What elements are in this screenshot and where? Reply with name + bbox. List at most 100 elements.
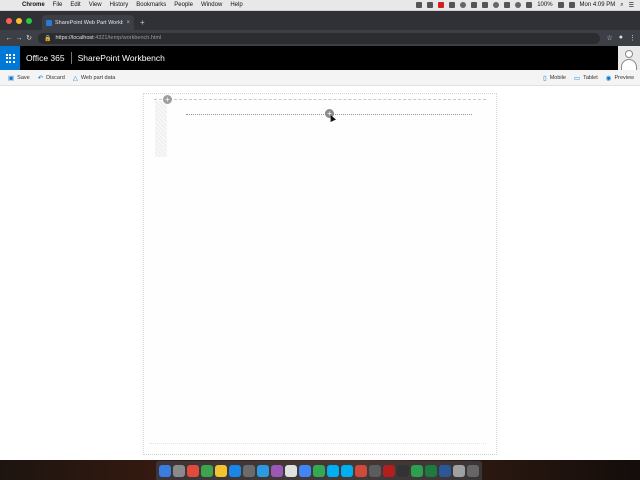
battery-percent[interactable]: 100% [537,2,552,8]
new-tab-button[interactable]: + [140,18,145,27]
tab-close-icon[interactable]: × [126,20,130,26]
add-section-button[interactable]: + [163,95,172,104]
status-app-icon[interactable] [504,2,511,8]
save-button[interactable]: ▣ Save [8,74,30,82]
dock-app-icon[interactable] [215,464,227,477]
url-path: :4321/temp/workbench.html [93,35,162,41]
zoom-window-button[interactable] [26,17,32,24]
minimize-window-button[interactable] [16,17,22,24]
lock-icon: 🔒 [44,35,52,42]
battery-icon[interactable] [557,2,564,8]
status-app-icon[interactable] [449,2,456,8]
flag-icon[interactable] [568,2,575,8]
dock-app-icon[interactable] [187,464,199,477]
address-bar[interactable]: 🔒 https://localhost:4321/temp/workbench.… [38,32,601,44]
menubar-status-area: 100% Mon 4:09 PM ⌕ ☰ [416,2,640,9]
discard-label: Discard [46,74,65,81]
wifi-icon[interactable] [515,2,522,8]
status-app-icon[interactable] [460,2,467,8]
toolbar-actions: ☆ ● ⋮ [606,34,636,42]
tab-title: SharePoint Web Part Workben [55,19,124,26]
mobile-button[interactable]: ▯ Mobile [543,74,566,82]
menu-bookmarks[interactable]: Bookmarks [136,2,166,8]
macos-dock [156,461,482,480]
menu-people[interactable]: People [174,2,193,8]
dock-app-icon[interactable] [453,464,465,477]
browser-tab[interactable]: SharePoint Web Part Workben × [42,15,134,30]
dock-app-icon[interactable] [327,464,339,477]
window-controls [0,11,38,30]
discard-button[interactable]: ↶ Discard [38,74,65,82]
forward-arrow-icon[interactable]: → [14,35,24,42]
dock-app-icon[interactable] [299,464,311,477]
canvas-section [154,99,486,157]
dock-app-icon[interactable] [173,464,185,477]
office365-brand[interactable]: Office 365 [26,53,65,63]
webpart-data-label: Web part data [80,74,116,81]
status-app-icon[interactable] [482,2,489,8]
dock-app-icon[interactable] [201,464,213,477]
dock-app-icon[interactable] [411,464,423,477]
pause-icon[interactable] [438,2,445,8]
eye-icon: ◉ [605,74,612,82]
o365-suite-bar: Office 365 SharePoint Workbench [0,46,640,70]
workbench-canvas: + + [0,87,640,460]
back-arrow-icon[interactable]: ← [4,35,14,42]
browser-toolbar: ← → ↻ 🔒 https://localhost:4321/temp/work… [0,30,640,46]
canvas-bottom-border [150,443,486,444]
menu-file[interactable]: File [53,2,63,8]
dock-app-icon[interactable] [159,464,171,477]
dock-app-icon[interactable] [341,464,353,477]
more-menu-icon[interactable]: ⋮ [629,34,636,42]
section-toolbar-rail[interactable] [155,101,167,157]
dock-app-icon[interactable] [271,464,283,477]
dock-app-icon[interactable] [285,464,297,477]
workbench-app-title[interactable]: SharePoint Workbench [78,53,165,63]
menubar-clock[interactable]: Mon 4:09 PM [580,2,616,8]
volume-icon[interactable] [526,2,533,8]
mobile-label: Mobile [549,74,566,81]
menu-history[interactable]: History [110,2,129,8]
menu-edit[interactable]: Edit [70,2,80,8]
menu-view[interactable]: View [89,2,102,8]
app-launcher-button[interactable] [0,46,20,70]
tablet-icon: ▭ [573,74,581,82]
dock-app-icon[interactable] [229,464,241,477]
dock-app-icon[interactable] [397,464,409,477]
dropbox-icon[interactable] [471,2,478,8]
bookmark-star-icon[interactable]: ☆ [606,34,612,42]
mobile-icon: ▯ [543,74,547,82]
menu-window[interactable]: Window [201,2,222,8]
macos-menubar: Chrome File Edit View History Bookmarks … [0,0,640,11]
webpart-data-button[interactable]: △ Web part data [73,74,115,82]
warning-icon: △ [72,74,78,82]
dock-app-icon[interactable] [467,464,479,477]
dock-app-icon[interactable] [257,464,269,477]
apple-menu-icon[interactable] [8,1,16,9]
dock-app-icon[interactable] [369,464,381,477]
close-window-button[interactable] [6,17,12,24]
dock-app-icon[interactable] [383,464,395,477]
tablet-label: Tablet [583,74,598,81]
dock-app-icon[interactable] [425,464,437,477]
dock-app-icon[interactable] [439,464,451,477]
reload-icon[interactable]: ↻ [24,34,34,42]
menu-help[interactable]: Help [230,2,242,8]
status-app-icon[interactable] [416,2,423,8]
avatar-body-icon [621,59,637,70]
tablet-button[interactable]: ▭ Tablet [574,74,598,82]
preview-button[interactable]: ◉ Preview [606,74,634,82]
user-avatar[interactable] [618,46,640,70]
menu-app-name[interactable]: Chrome [22,2,45,8]
notification-center-icon[interactable]: ☰ [629,2,634,9]
device-preview-group: ▯ Mobile ▭ Tablet ◉ Preview [535,74,640,82]
status-app-icon[interactable] [427,2,434,8]
profile-icon[interactable]: ● [619,34,623,42]
dock-app-icon[interactable] [313,464,325,477]
dock-app-icon[interactable] [243,464,255,477]
status-app-icon[interactable] [493,2,500,8]
save-icon: ▣ [8,74,15,82]
spotlight-icon[interactable]: ⌕ [620,2,623,9]
dock-app-icon[interactable] [355,464,367,477]
url-host: https://localhost [55,35,94,41]
